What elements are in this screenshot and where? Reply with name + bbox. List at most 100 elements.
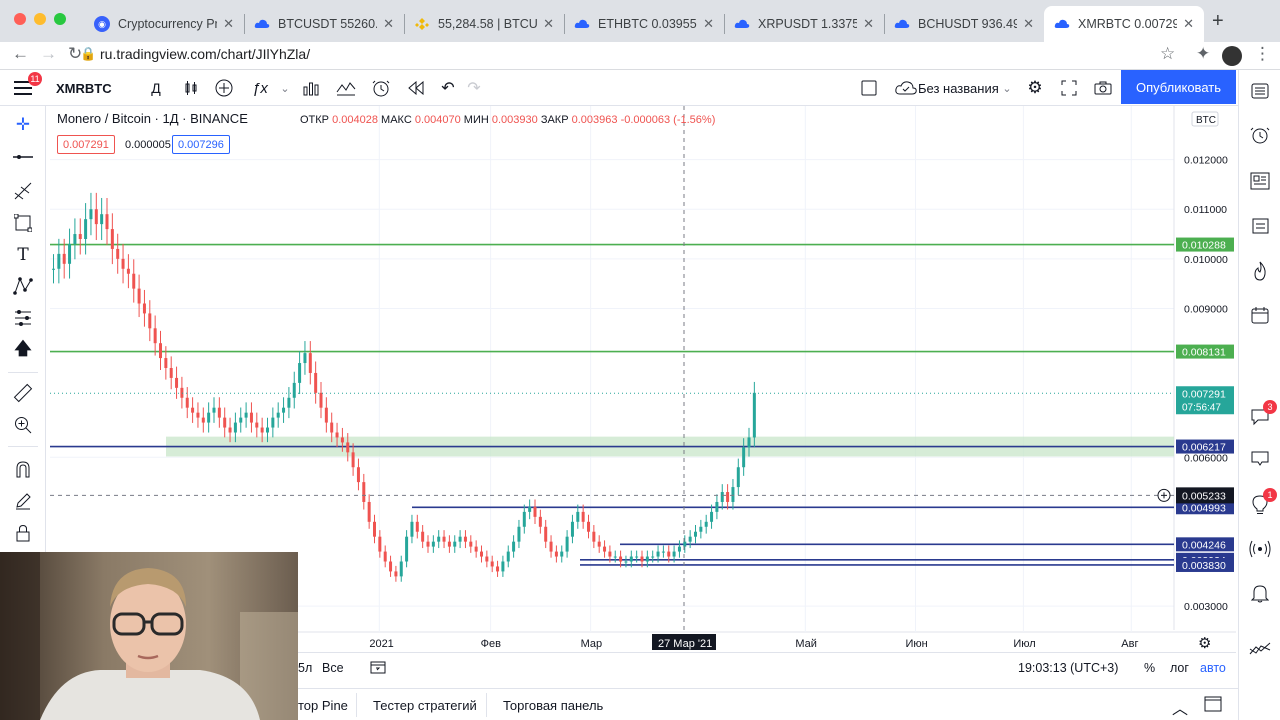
candle-body xyxy=(421,531,425,542)
fullscreen-icon[interactable] xyxy=(1058,70,1080,106)
alert-clock-icon[interactable] xyxy=(370,70,392,106)
replay-icon[interactable] xyxy=(405,70,427,106)
level-price-label: 0.004993 xyxy=(1182,502,1226,514)
browser-tab-active[interactable]: XMRBTC 0.007291 ✕ xyxy=(1044,6,1204,42)
camera-snapshot-icon[interactable] xyxy=(1092,70,1114,106)
chevron-down-icon[interactable]: ⌄ xyxy=(1000,70,1014,106)
magnet-icon[interactable] xyxy=(10,456,36,482)
news-icon[interactable] xyxy=(1247,168,1273,194)
browser-tab[interactable]: 55,284.58 | BTCUS ✕ xyxy=(404,6,564,42)
forward-arrow-icon[interactable]: → xyxy=(40,44,57,64)
publish-button[interactable]: Опубликовать xyxy=(1121,70,1236,104)
text-tool-icon[interactable]: T xyxy=(10,242,36,268)
arrow-up-icon[interactable]: 🡅 xyxy=(10,337,36,363)
chart-style-candles-icon[interactable] xyxy=(180,70,202,106)
zoom-in-icon[interactable] xyxy=(10,412,36,438)
timezone-clock[interactable]: 19:03:13 (UTC+3) xyxy=(1018,661,1118,675)
presenter-video xyxy=(0,552,298,720)
candle-body xyxy=(501,561,505,572)
extensions-puzzle-icon[interactable]: ✦ xyxy=(1196,44,1210,64)
range-all-button[interactable]: Все xyxy=(322,661,344,675)
browser-tab[interactable]: ◉ Cryptocurrency Pric ✕ xyxy=(84,6,244,42)
close-tab-icon[interactable]: ✕ xyxy=(1023,16,1034,32)
close-tab-icon[interactable]: ✕ xyxy=(703,16,714,32)
settings-gear-icon[interactable]: ⚙ xyxy=(1024,70,1046,106)
interval-button[interactable]: Д xyxy=(146,70,166,106)
ruler-measure-icon[interactable] xyxy=(10,380,36,406)
indicators-fx-icon[interactable]: ƒx xyxy=(250,70,270,106)
trend-line-icon[interactable] xyxy=(10,144,36,170)
bookmark-star-icon[interactable]: ☆ xyxy=(1160,44,1175,64)
goto-date-icon[interactable] xyxy=(370,659,386,678)
collapse-panel-chevron-icon[interactable]: ︿ xyxy=(1172,695,1188,719)
minimize-window-button[interactable] xyxy=(34,13,46,25)
candle-body xyxy=(239,417,243,423)
pattern-tool-icon[interactable] xyxy=(10,273,36,299)
new-tab-button[interactable]: + xyxy=(1212,10,1224,33)
shapes-rectangle-icon[interactable] xyxy=(10,210,36,236)
more-menu-icon[interactable]: ⋮ xyxy=(1254,44,1271,64)
tab-strategy-tester[interactable]: Тестер стратегий xyxy=(373,698,477,713)
trade-panel-icon[interactable] xyxy=(1247,636,1273,662)
close-tab-icon[interactable]: ✕ xyxy=(383,16,394,32)
alarm-clock-icon[interactable] xyxy=(1247,122,1273,148)
watchlist-icon[interactable] xyxy=(1247,78,1273,104)
fib-tools-icon[interactable] xyxy=(10,178,36,204)
axis-settings-gear-icon[interactable]: ⚙ xyxy=(1198,634,1211,650)
range-5y-button[interactable]: 5л xyxy=(298,661,312,675)
financials-bars-icon[interactable] xyxy=(300,70,322,106)
chats-badge: 3 xyxy=(1263,400,1277,414)
browser-tab[interactable]: ETHBTC 0.039555 ✕ xyxy=(564,6,724,42)
messages-icon[interactable] xyxy=(1247,446,1273,472)
close-window-button[interactable] xyxy=(14,13,26,25)
tab-trading-panel[interactable]: Торговая панель xyxy=(503,698,603,713)
forecasting-tool-icon[interactable] xyxy=(10,305,36,331)
candle-body xyxy=(394,571,398,577)
close-tab-icon[interactable]: ✕ xyxy=(863,16,874,32)
candle-body xyxy=(389,561,393,572)
url-field[interactable]: ru.tradingview.com/chart/JIlYhZla/ xyxy=(100,46,310,62)
notifications-bell-icon[interactable] xyxy=(1247,580,1273,606)
hotlist-flame-icon[interactable] xyxy=(1247,258,1273,284)
open-value: 0.004028 xyxy=(332,114,378,126)
back-arrow-icon[interactable]: ← xyxy=(12,44,29,64)
candle-body xyxy=(736,467,740,488)
maximize-panel-icon[interactable] xyxy=(1204,696,1222,715)
data-window-icon[interactable] xyxy=(1247,212,1273,238)
profile-avatar[interactable] xyxy=(1222,46,1242,66)
tab-title: Cryptocurrency Pric xyxy=(118,17,218,31)
browser-tab[interactable]: XRPUSDT 1.33753 ✕ xyxy=(724,6,884,42)
symbol-search-button[interactable]: XMRBTC xyxy=(56,70,112,106)
chevron-down-icon[interactable]: ⌄ xyxy=(278,70,292,106)
candle-body xyxy=(656,551,660,557)
percent-scale-toggle[interactable]: % xyxy=(1144,661,1155,675)
log-scale-toggle[interactable]: лог xyxy=(1170,661,1189,675)
crosshair-cursor-icon[interactable]: ✛ xyxy=(10,112,36,138)
auto-scale-toggle[interactable]: авто xyxy=(1200,661,1226,675)
close-tab-icon[interactable]: ✕ xyxy=(543,16,554,32)
candle-body xyxy=(747,437,751,448)
coinmarketcap-icon: ◉ xyxy=(94,16,110,32)
redo-icon[interactable]: ↷ xyxy=(464,70,484,106)
maximize-window-button[interactable] xyxy=(54,13,66,25)
sell-price-box[interactable]: 0.007291 xyxy=(57,135,115,154)
candle-body xyxy=(116,248,120,259)
compare-add-icon[interactable] xyxy=(213,70,235,106)
close-tab-icon[interactable]: ✕ xyxy=(223,16,234,32)
undo-icon[interactable]: ↶ xyxy=(438,70,458,106)
browser-tab[interactable]: BCHUSDT 936.49 ✕ xyxy=(884,6,1044,42)
tab-pine-editor[interactable]: тор Pine xyxy=(298,698,348,713)
lock-drawings-icon[interactable] xyxy=(10,520,36,546)
buy-price-box[interactable]: 0.007296 xyxy=(172,135,230,154)
layout-square-icon[interactable] xyxy=(858,70,880,106)
change-value: -0.000063 (-1.56%) xyxy=(620,114,716,126)
calendar-icon[interactable] xyxy=(1247,302,1273,328)
layout-name[interactable]: Без названия xyxy=(918,70,999,106)
close-value: 0.003963 xyxy=(571,114,618,126)
candle-body xyxy=(694,531,697,537)
close-tab-icon[interactable]: ✕ xyxy=(1183,16,1194,32)
keep-drawing-pencil-icon[interactable] xyxy=(10,488,36,514)
browser-tab[interactable]: BTCUSDT 55260.66 ✕ xyxy=(244,6,404,42)
templates-icon[interactable] xyxy=(335,70,357,106)
streams-broadcast-icon[interactable] xyxy=(1247,536,1273,562)
